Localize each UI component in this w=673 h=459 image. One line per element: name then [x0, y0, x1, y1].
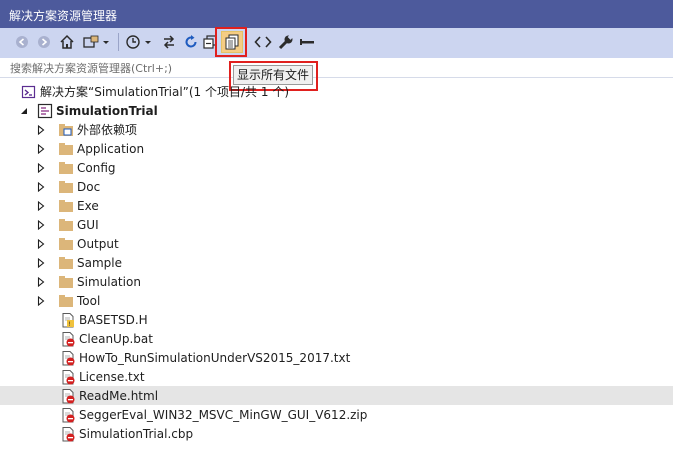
expand-arrow-icon[interactable] [36, 276, 46, 287]
project-label: SimulationTrial [56, 103, 158, 118]
file-row[interactable]: CleanUp.bat [0, 329, 673, 348]
folder-icon [58, 255, 74, 271]
folder-row[interactable]: Config [0, 158, 673, 177]
sync-button[interactable] [160, 31, 178, 53]
folder-label: Doc [77, 179, 101, 194]
file-label: ReadMe.html [79, 388, 159, 403]
show-all-files-button[interactable] [221, 31, 243, 53]
file-label: SimulationTrial.cbp [79, 426, 194, 441]
file-label: CleanUp.bat [79, 331, 153, 346]
minus-icon [300, 39, 314, 45]
toolbar [0, 28, 673, 58]
file-icon [60, 426, 76, 442]
refresh-button[interactable] [182, 31, 200, 53]
folder-icon [58, 236, 74, 252]
expand-arrow-icon[interactable] [36, 295, 46, 306]
search-input[interactable] [8, 59, 632, 77]
expand-arrow-icon[interactable] [36, 219, 46, 230]
pending-changes-button[interactable] [124, 31, 154, 53]
file-icon [60, 350, 76, 366]
file-row[interactable]: HowTo_RunSimulationUnderVS2015_2017.txt [0, 348, 673, 367]
folder-row[interactable]: Application [0, 139, 673, 158]
file-label: BASETSD.H [79, 312, 148, 327]
external-deps-icon [58, 122, 74, 138]
back-arrow-icon [16, 36, 28, 48]
folder-row[interactable]: Exe [0, 196, 673, 215]
folder-label: Output [77, 236, 119, 251]
forward-button[interactable] [36, 31, 52, 53]
refresh-icon [185, 35, 197, 48]
external-deps-row[interactable]: 外部依赖项 [0, 120, 673, 139]
show-all-files-icon [225, 34, 239, 50]
folder-icon [58, 274, 74, 290]
expand-arrow-icon[interactable] [36, 162, 46, 173]
folder-row[interactable]: Tool [0, 291, 673, 310]
search-bar [0, 58, 673, 78]
view-code-button[interactable] [252, 31, 274, 53]
folder-row[interactable]: Sample [0, 253, 673, 272]
project-icon [37, 103, 53, 119]
expand-arrow-icon[interactable] [36, 238, 46, 249]
window-title-bar: 解决方案资源管理器 [0, 0, 673, 28]
file-label: License.txt [79, 369, 145, 384]
expand-arrow-icon[interactable] [36, 143, 46, 154]
folder-label: GUI [77, 217, 99, 232]
file-icon [60, 369, 76, 385]
file-icon [60, 407, 76, 423]
window-title: 解决方案资源管理器 [9, 9, 118, 23]
folder-row[interactable]: Output [0, 234, 673, 253]
solution-icon [21, 84, 37, 100]
folder-label: Tool [77, 293, 101, 308]
folder-label: Exe [77, 198, 99, 213]
solution-label: 解决方案“SimulationTrial”(1 个项目/共 1 个) [40, 85, 289, 99]
external-deps-label: 外部依赖项 [77, 123, 138, 137]
project-row[interactable]: SimulationTrial [0, 101, 673, 120]
folder-icon [58, 179, 74, 195]
file-icon: ! [60, 312, 76, 328]
home-icon [60, 34, 74, 49]
file-row[interactable]: ReadMe.html [0, 386, 673, 405]
file-label: HowTo_RunSimulationUnderVS2015_2017.txt [79, 350, 351, 365]
folder-row[interactable]: Doc [0, 177, 673, 196]
file-icon [60, 388, 76, 404]
file-icon [60, 331, 76, 347]
solution-row[interactable]: 解决方案“SimulationTrial”(1 个项目/共 1 个) [0, 82, 673, 101]
clock-icon [126, 35, 151, 49]
back-button[interactable] [14, 31, 30, 53]
forward-arrow-icon [38, 36, 50, 48]
collapse-arrow-icon[interactable] [19, 106, 29, 116]
folder-label: Simulation [77, 274, 141, 289]
folder-icon [58, 293, 74, 309]
folder-label: Config [77, 160, 116, 175]
folder-icon [58, 217, 74, 233]
switch-views-icon [83, 35, 109, 48]
home-button[interactable] [58, 31, 76, 53]
preview-button[interactable] [298, 31, 316, 53]
file-row[interactable]: License.txt [0, 367, 673, 386]
file-row[interactable]: SeggerEval_WIN32_MSVC_MinGW_GUI_V612.zip [0, 405, 673, 424]
folder-icon [58, 198, 74, 214]
folder-row[interactable]: Simulation [0, 272, 673, 291]
file-row[interactable]: SimulationTrial.cbp [0, 424, 673, 443]
toolbar-separator [118, 33, 119, 51]
file-label: SeggerEval_WIN32_MSVC_MinGW_GUI_V612.zip [79, 407, 368, 422]
expand-arrow-icon[interactable] [36, 124, 46, 135]
folder-icon [58, 160, 74, 176]
expand-arrow-icon[interactable] [36, 200, 46, 211]
folder-label: Sample [77, 255, 122, 270]
folder-label: Application [77, 141, 145, 156]
folder-icon [58, 141, 74, 157]
folder-row[interactable]: GUI [0, 215, 673, 234]
expand-arrow-icon[interactable] [36, 181, 46, 192]
sync-icon [163, 35, 175, 49]
switch-views-button[interactable] [82, 31, 112, 53]
file-row[interactable]: ! BASETSD.H [0, 310, 673, 329]
expand-arrow-icon[interactable] [36, 257, 46, 268]
wrench-icon [278, 34, 294, 50]
properties-button[interactable] [276, 31, 296, 53]
svg-text:!: ! [68, 321, 70, 328]
code-icon [254, 36, 272, 48]
